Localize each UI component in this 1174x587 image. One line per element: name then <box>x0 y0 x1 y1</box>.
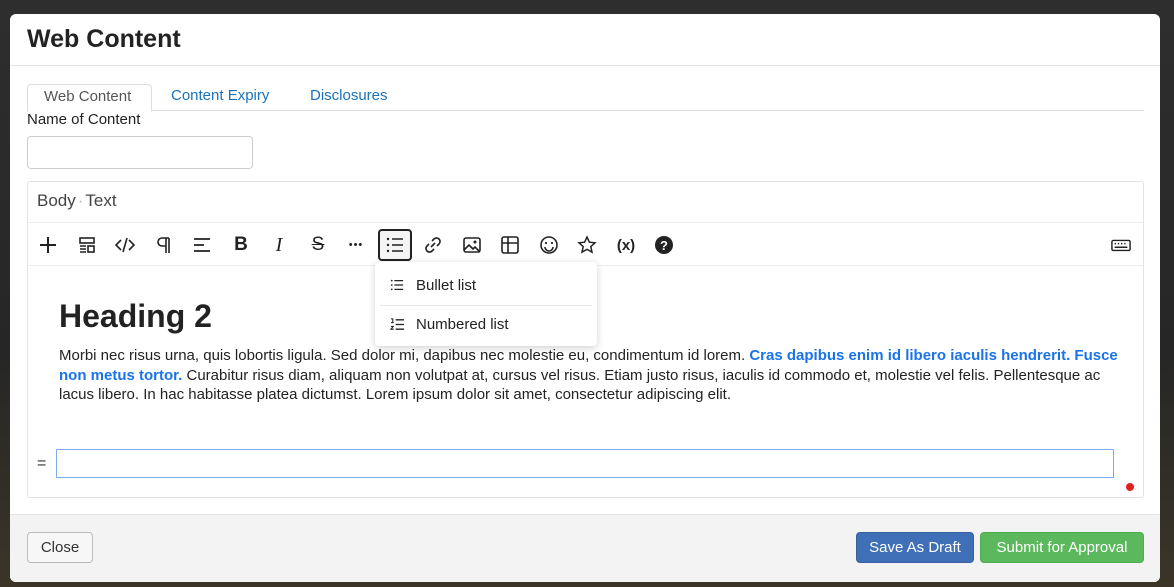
modal-title: Web Content <box>27 25 181 53</box>
editor-label-text: Text <box>85 191 117 210</box>
submit-for-approval-button[interactable]: Submit for Approval <box>980 532 1144 563</box>
tab-content-expiry[interactable]: Content Expiry <box>155 84 285 111</box>
bullet-list-icon <box>390 278 406 292</box>
more-icon[interactable]: ••• <box>339 229 373 261</box>
status-dot <box>1126 483 1134 491</box>
web-content-modal: Web Content Web Content Content Expiry D… <box>10 14 1160 582</box>
modal-header: Web Content <box>10 14 1160 66</box>
plus-icon[interactable] <box>31 229 65 261</box>
paragraph-text-2: Curabitur risus diam, aliquam non volutp… <box>59 366 1101 404</box>
strikethrough-icon[interactable]: S <box>301 229 335 261</box>
save-as-draft-button[interactable]: Save As Draft <box>856 532 974 563</box>
star-icon[interactable] <box>570 229 604 261</box>
name-of-content-label: Name of Content <box>27 111 141 128</box>
close-button[interactable]: Close <box>27 532 93 563</box>
editor-label-separator: · <box>77 191 84 210</box>
bullet-list-label: Bullet list <box>416 276 477 294</box>
content-paragraph[interactable]: Morbi nec risus urna, quis lobortis ligu… <box>59 346 1119 405</box>
keyboard-icon[interactable] <box>1104 229 1138 261</box>
list-type-dropdown: Bullet list Numbered list <box>375 262 597 346</box>
help-icon[interactable]: ? <box>647 229 681 261</box>
tab-disclosures[interactable]: Disclosures <box>294 84 404 111</box>
editor-toolbar: B I S ••• (x) ? <box>28 222 1143 266</box>
link-icon[interactable] <box>416 229 450 261</box>
editor-label-body: Body <box>37 191 76 210</box>
code-icon[interactable] <box>108 229 142 261</box>
help-icon-glyph: ? <box>655 236 673 254</box>
list-icon[interactable] <box>378 229 412 261</box>
paragraph-icon[interactable] <box>147 229 181 261</box>
bullet-list-option[interactable]: Bullet list <box>375 266 597 304</box>
table-icon[interactable] <box>493 229 527 261</box>
align-left-icon[interactable] <box>185 229 219 261</box>
italic-icon[interactable]: I <box>262 229 296 261</box>
bold-icon[interactable]: B <box>224 229 258 261</box>
variable-icon[interactable]: (x) <box>609 229 643 261</box>
modal-footer: Close Save As Draft Submit for Approval <box>10 514 1160 582</box>
content-heading[interactable]: Heading 2 <box>59 298 212 335</box>
tab-bar: Web Content Content Expiry Disclosures <box>27 84 1144 112</box>
block-style-icon[interactable] <box>70 229 104 261</box>
editor-label: Body · Text <box>37 191 117 211</box>
numbered-list-label: Numbered list <box>416 315 509 333</box>
drag-handle[interactable]: = <box>37 455 46 473</box>
empty-block-input[interactable] <box>56 449 1114 478</box>
tab-web-content[interactable]: Web Content <box>27 84 152 112</box>
name-of-content-input[interactable] <box>27 136 253 169</box>
numbered-list-option[interactable]: Numbered list <box>375 305 597 343</box>
numbered-list-icon <box>390 317 406 332</box>
image-icon[interactable] <box>455 229 489 261</box>
emoji-icon[interactable] <box>532 229 566 261</box>
paragraph-text-1: Morbi nec risus urna, quis lobortis ligu… <box>59 347 750 364</box>
